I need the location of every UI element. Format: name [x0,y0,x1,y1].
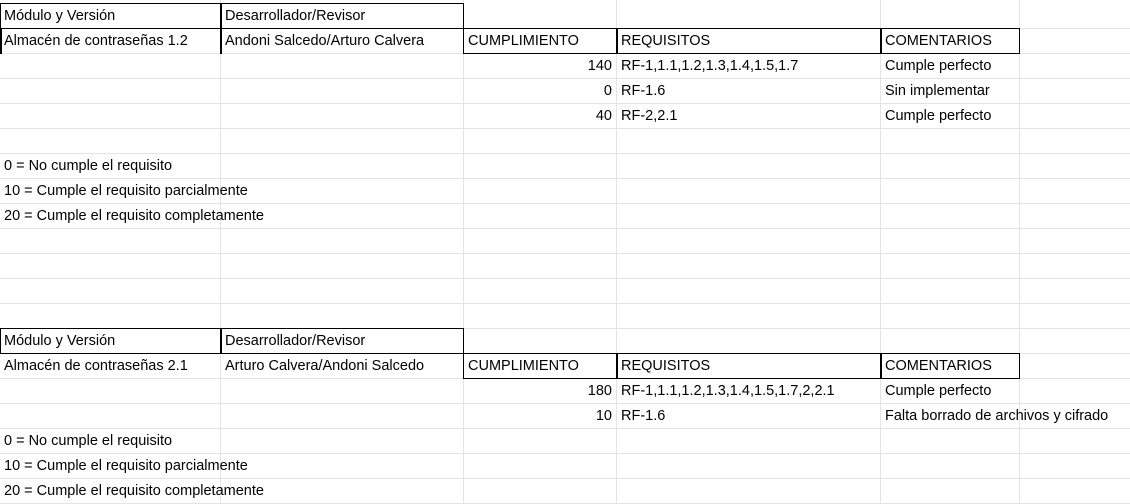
cell-cumplimiento[interactable]: 40 [464,104,616,128]
legend-item[interactable]: 10 = Cumple el requisito parcialmente [0,454,463,478]
cell-requisitos[interactable]: RF-1.6 [617,79,880,103]
gridline [0,303,1130,304]
col-header-requisitos[interactable]: REQUISITOS [617,29,880,53]
legend-item[interactable]: 0 = No cumple el requisito [0,154,463,178]
cell-requisitos[interactable]: RF-1,1.1,1.2,1.3,1.4,1.5,1.7,2,2.1 [617,379,880,403]
cell-comentario[interactable]: Sin implementar [881,79,1130,103]
header-desarrollador[interactable]: Desarrollador/Revisor [221,4,463,28]
cell-comentario[interactable]: Falta borrado de archivos y cifrado [881,404,1130,428]
cell-cumplimiento[interactable]: 180 [464,379,616,403]
cell-cumplimiento[interactable]: 0 [464,79,616,103]
col-header-cumplimiento[interactable]: CUMPLIMIENTO [464,354,616,378]
cell-comentario[interactable]: Cumple perfecto [881,379,1130,403]
col-header-cumplimiento[interactable]: CUMPLIMIENTO [464,29,616,53]
cell-requisitos[interactable]: RF-1.6 [617,404,880,428]
spreadsheet-grid: Módulo y Versión Desarrollador/Revisor A… [0,0,1130,504]
gridline [0,253,1130,254]
cell-cumplimiento[interactable]: 10 [464,404,616,428]
header-modulo[interactable]: Módulo y Versión [0,329,220,353]
cell-cumplimiento[interactable]: 140 [464,54,616,78]
cell-dev-value[interactable]: Arturo Calvera/Andoni Salcedo [221,354,463,378]
gridline [0,128,1130,129]
header-modulo[interactable]: Módulo y Versión [0,4,220,28]
col-header-requisitos[interactable]: REQUISITOS [617,354,880,378]
legend-item[interactable]: 20 = Cumple el requisito completamente [0,479,463,503]
cell-comentario[interactable]: Cumple perfecto [881,104,1130,128]
header-desarrollador[interactable]: Desarrollador/Revisor [221,329,463,353]
cell-requisitos[interactable]: RF-2,2.1 [617,104,880,128]
legend-item[interactable]: 10 = Cumple el requisito parcialmente [0,179,463,203]
cell-comentario[interactable]: Cumple perfecto [881,54,1130,78]
legend-item[interactable]: 0 = No cumple el requisito [0,429,463,453]
gridline [0,278,1130,279]
gridline [0,228,1130,229]
cell-modulo-value[interactable]: Almacén de contraseñas 1.2 [0,29,220,53]
cell-dev-value[interactable]: Andoni Salcedo/Arturo Calvera [221,29,463,53]
col-header-comentarios[interactable]: COMENTARIOS [881,29,1019,53]
col-header-comentarios[interactable]: COMENTARIOS [881,354,1019,378]
cell-requisitos[interactable]: RF-1,1.1,1.2,1.3,1.4,1.5,1.7 [617,54,880,78]
cell-modulo-value[interactable]: Almacén de contraseñas 2.1 [0,354,220,378]
legend-item[interactable]: 20 = Cumple el requisito completamente [0,204,463,228]
